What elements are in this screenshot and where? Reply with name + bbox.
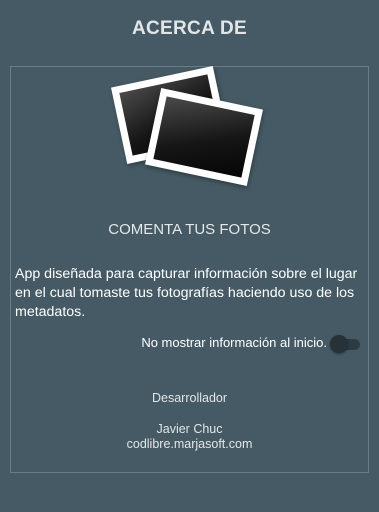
photo-front: [145, 88, 263, 186]
developer-heading: Desarrollador: [151, 391, 228, 405]
app-description: App diseñada para capturar información s…: [15, 266, 358, 320]
page-title: ACERCA DE: [132, 18, 247, 39]
photos-icon: [110, 62, 270, 197]
developer-name: Javier Chuc: [156, 422, 223, 436]
startup-toggle-label: No mostrar información al inicio.: [141, 335, 327, 350]
startup-toggle-row: No mostrar información al inicio.: [0, 333, 379, 355]
app-name: COMENTA TUS FOTOS: [108, 221, 271, 238]
startup-toggle-switch[interactable]: [330, 335, 362, 353]
developer-website: codlibre.marjasoft.com: [126, 437, 253, 451]
switch-thumb: [330, 335, 348, 353]
